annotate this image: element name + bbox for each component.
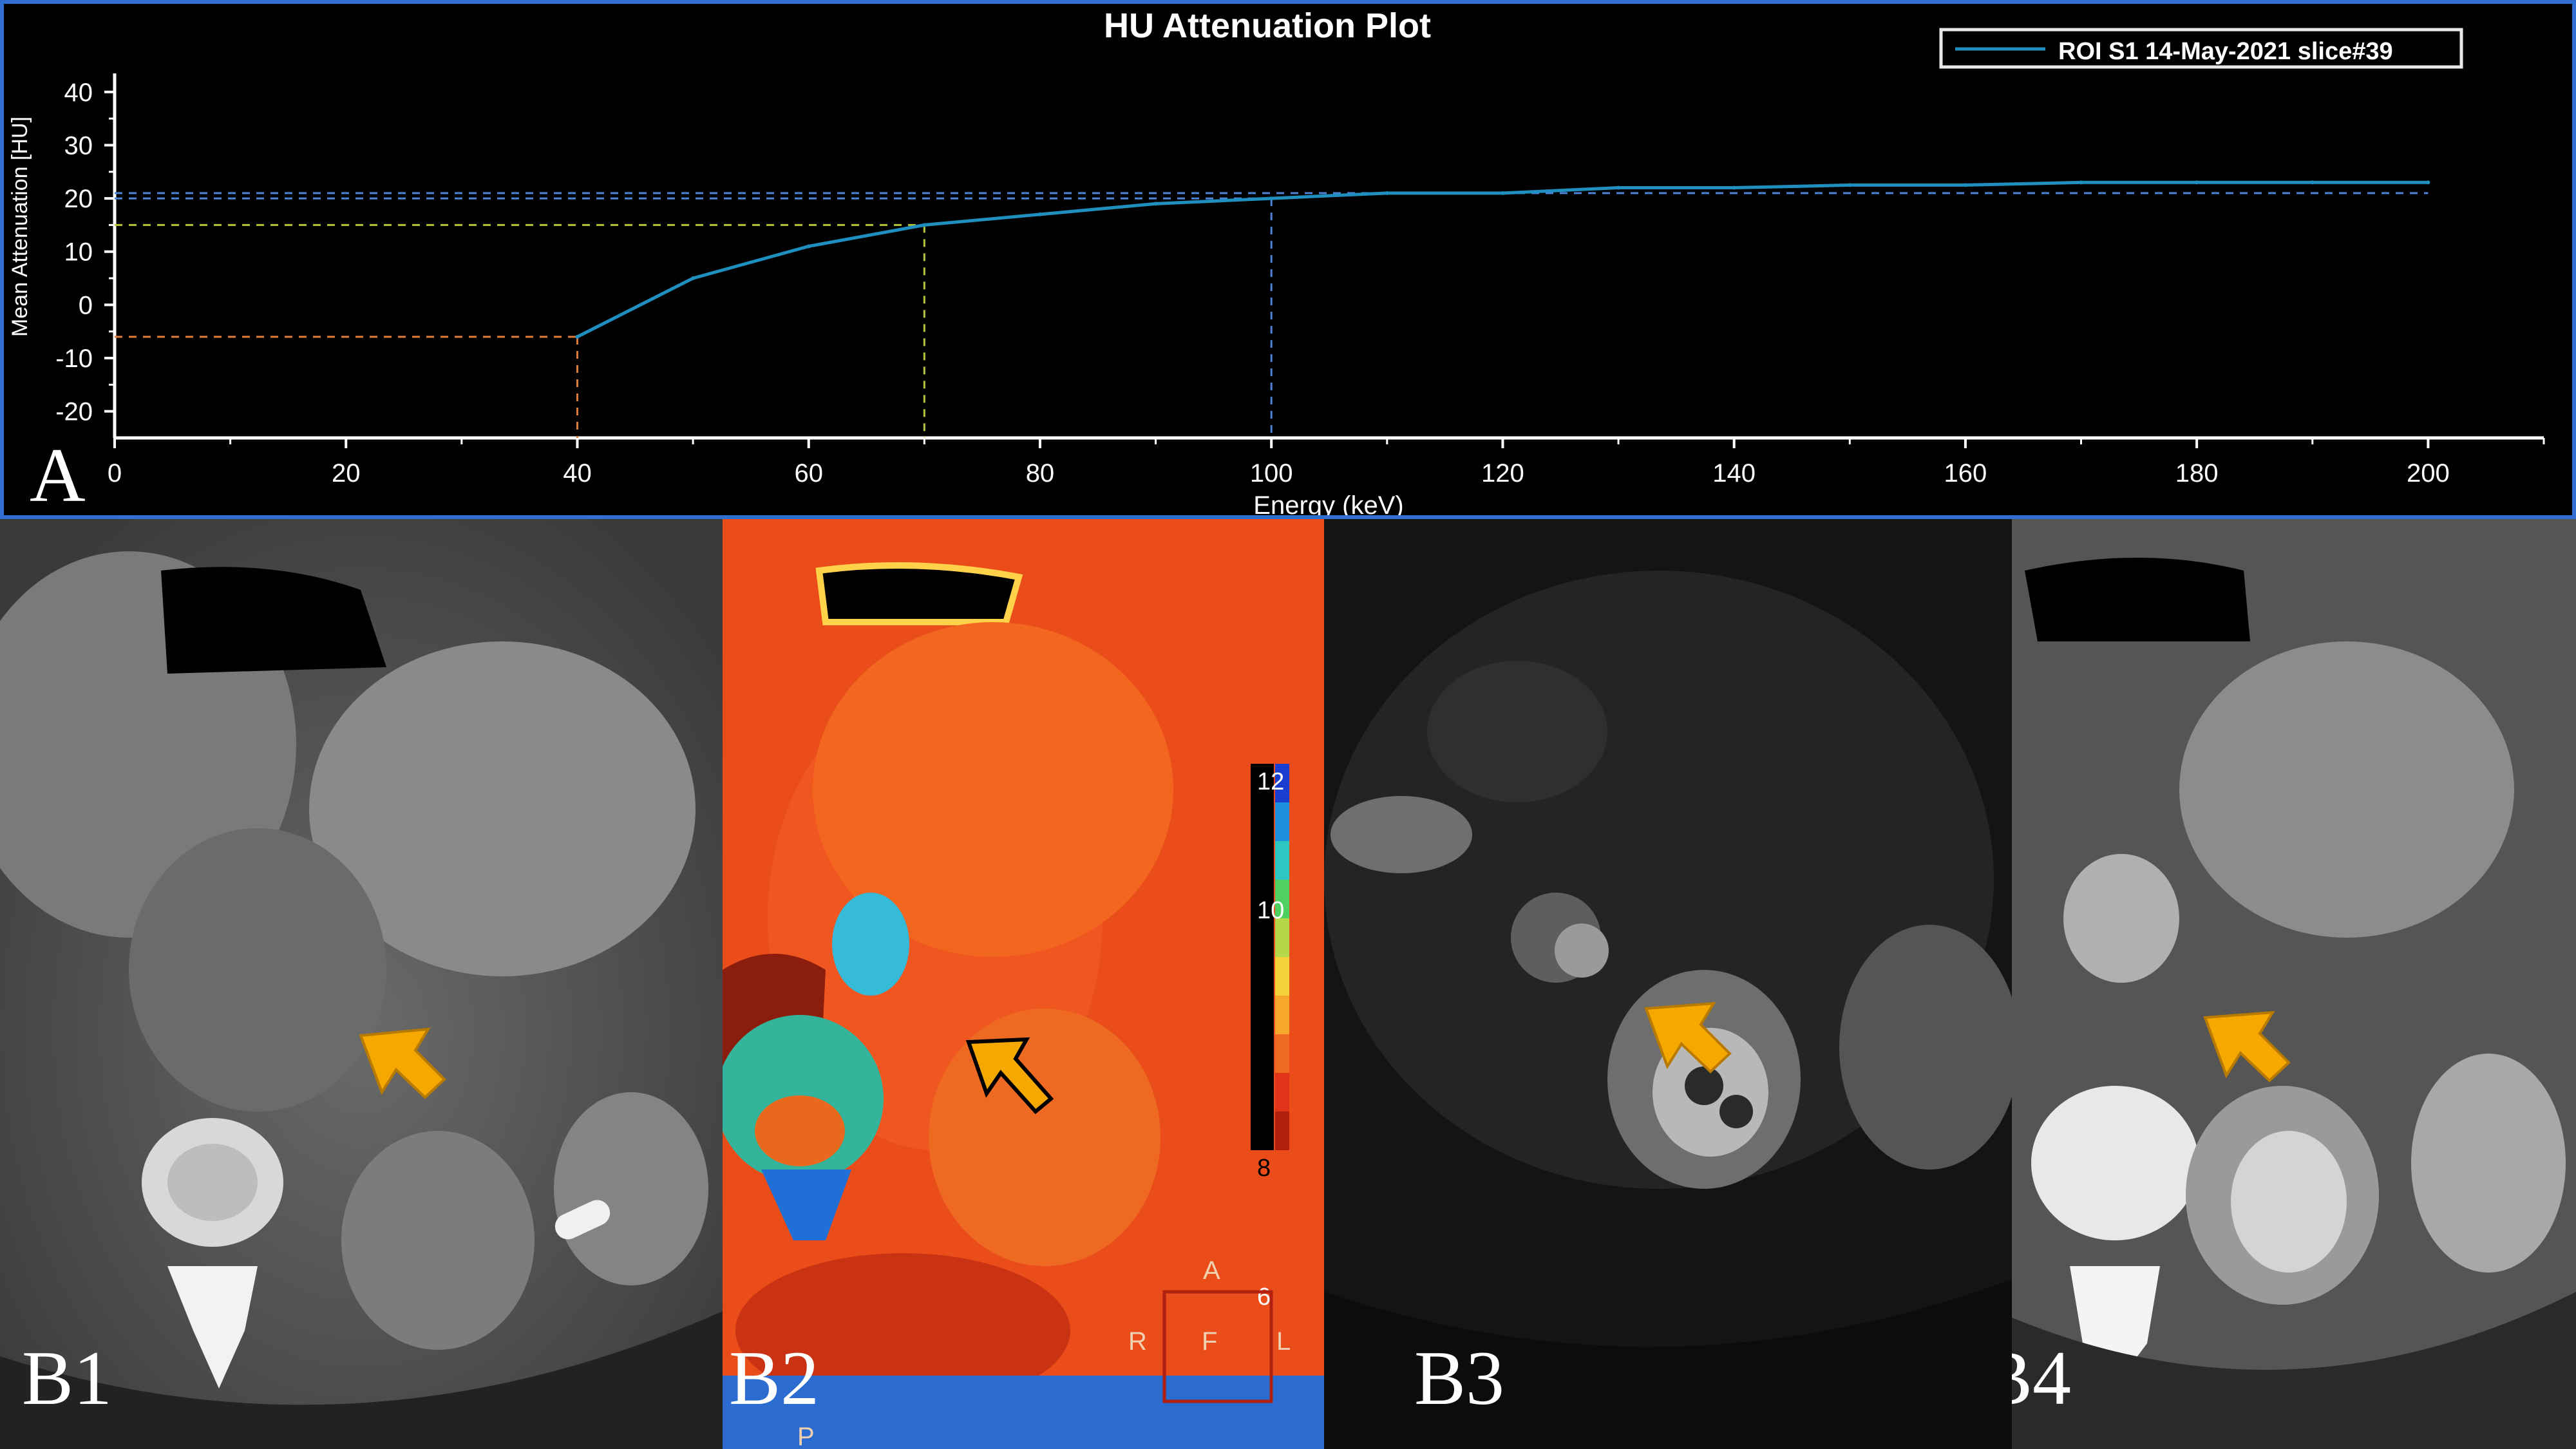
reference-lines [115, 192, 2429, 438]
y-tick-label: 40 [64, 79, 93, 107]
ct-panel-b2: 12 10 9 8 6 A R F L P B2 [723, 519, 1324, 1449]
colorbar-tick-12: 12 [1257, 768, 1284, 795]
attenuation-chart: HU Attenuation Plot 0 20 40 60 80 100 120 140 16… [8, 6, 2545, 515]
colorbar-tick-9: 9 [1257, 1026, 1271, 1053]
y-tick-label: 20 [64, 185, 93, 213]
ct-image-b4 [2012, 519, 2576, 1449]
x-tick-label: 140 [1712, 459, 1756, 488]
data-point [1732, 185, 1736, 190]
ct-image-b3 [1324, 519, 2012, 1449]
y-tick-label: 10 [64, 238, 93, 267]
orientation-posterior: P [797, 1423, 815, 1449]
x-tick-label: 160 [1944, 459, 1987, 488]
data-point [1037, 212, 1042, 216]
x-tick-label: 100 [1250, 459, 1293, 488]
data-point [575, 334, 580, 339]
x-tick-label: 0 [108, 459, 122, 488]
series-layer [575, 180, 2430, 339]
data-point [806, 244, 811, 249]
x-tick-label: 80 [1026, 459, 1055, 488]
chart-title: HU Attenuation Plot [1104, 6, 1431, 45]
attenuation-plot-panel: HU Attenuation Plot 0 20 40 60 80 100 120 140 16… [0, 0, 2576, 519]
data-point [1385, 191, 1389, 195]
y-axis-label: Mean Attenuation [HU] [8, 117, 32, 337]
data-point [1616, 185, 1621, 190]
data-point [2195, 180, 2199, 185]
data-point [922, 223, 927, 227]
ct-panel-b3: B3 [1324, 519, 2012, 1449]
colorbar-tick-6: 6 [1257, 1283, 1271, 1311]
ct-panel-b1: B1 [0, 519, 723, 1449]
colorbar-tick-8: 8 [1257, 1155, 1271, 1182]
panel-label-b4: B4 [2012, 1335, 2072, 1421]
orientation-right: R [1128, 1327, 1147, 1356]
ct-image-b1 [0, 519, 723, 1449]
y-tick-label: -20 [55, 398, 93, 426]
legend: ROI S1 14-May-2021 slice#39 [1939, 28, 2463, 69]
x-tick-label: 20 [332, 459, 361, 488]
series-line [576, 180, 2429, 339]
data-point [2426, 180, 2430, 185]
orientation-left: L [1276, 1327, 1291, 1356]
ct-panel-b4: B4 [2012, 519, 2576, 1449]
x-tick-label: 120 [1481, 459, 1524, 488]
y-tick-label: 0 [79, 291, 93, 319]
data-point [2079, 180, 2083, 185]
x-tick-label: 60 [794, 459, 823, 488]
data-point [1848, 183, 1852, 187]
panel-label-a: A [30, 432, 86, 518]
data-point [691, 276, 696, 281]
orientation-foot: F [1202, 1327, 1217, 1356]
iodine-map-image: 12 10 9 8 6 A R F L P [723, 519, 1324, 1449]
y-tick-label: -10 [55, 345, 93, 373]
orientation-anterior: A [1203, 1256, 1220, 1285]
data-point [1501, 191, 1505, 195]
data-point [1153, 202, 1158, 206]
axes: 0 20 40 60 80 100 120 140 160 180 200 -20 -10 0 10 20 30… [55, 73, 2545, 488]
x-axis-label: Energy (keV) [1253, 491, 1403, 515]
x-tick-label: 40 [563, 459, 592, 488]
panel-label-b2: B2 [729, 1335, 820, 1421]
x-tick-label: 200 [2407, 459, 2450, 488]
panel-label-b3: B3 [1414, 1335, 1505, 1421]
y-tick-label: 30 [64, 131, 93, 160]
data-point [1269, 196, 1274, 201]
data-point [1963, 183, 1967, 187]
legend-label: ROI S1 14-May-2021 slice#39 [2058, 38, 2393, 65]
x-tick-label: 180 [2175, 459, 2219, 488]
panel-label-b1: B1 [22, 1335, 113, 1421]
colorbar-tick-10: 10 [1257, 897, 1284, 924]
data-point [2310, 180, 2315, 185]
